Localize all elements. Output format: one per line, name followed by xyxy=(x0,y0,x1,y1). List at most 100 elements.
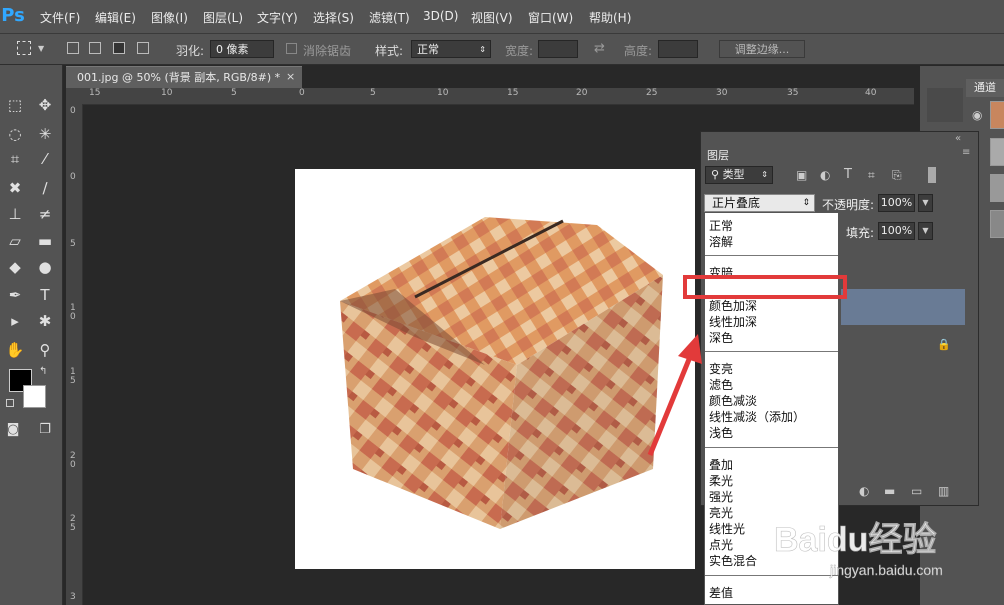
quick-mask-icon[interactable]: ◙ xyxy=(1,418,25,442)
collapse-panel-icon[interactable]: « xyxy=(955,133,961,144)
layer-row-selected[interactable] xyxy=(841,289,965,325)
pen-icon[interactable]: ✒ xyxy=(3,283,27,307)
eyedropper-icon[interactable]: ⁄ xyxy=(33,147,57,171)
marquee-preset-icon[interactable] xyxy=(17,41,31,55)
layer-kind-filter[interactable]: ⚲ 类型 ⇕ xyxy=(705,166,773,184)
rect-marquee-icon[interactable]: ⬚ xyxy=(3,93,27,117)
crop-icon[interactable]: ⌗ xyxy=(3,147,27,171)
document-tab[interactable]: 001.jpg @ 50% (背景 副本, RGB/8#) * xyxy=(66,66,302,88)
close-tab-icon[interactable]: × xyxy=(286,66,300,88)
new-group-icon[interactable]: ▬ xyxy=(884,484,895,498)
type-tool-icon[interactable]: T xyxy=(33,283,57,307)
blend-mode-select[interactable]: 正片叠底 ⇕ xyxy=(704,194,815,212)
move-tool-icon[interactable]: ✥ xyxy=(33,93,57,117)
adjustment-filter-icon[interactable]: ◐ xyxy=(820,168,830,182)
filter-toggle-icon[interactable] xyxy=(928,167,936,183)
width-input[interactable] xyxy=(538,40,578,58)
menu-window[interactable]: 窗口(W) xyxy=(528,9,573,26)
add-selection-icon[interactable] xyxy=(89,42,101,54)
custom-shape-icon[interactable]: ✱ xyxy=(33,309,57,333)
height-input[interactable] xyxy=(658,40,698,58)
menu-filter[interactable]: 滤镜(T) xyxy=(369,9,410,26)
blur-icon[interactable]: ◆ xyxy=(3,255,27,279)
blend-option-soft-light[interactable]: 柔光 xyxy=(709,472,733,489)
document-canvas[interactable] xyxy=(295,169,695,569)
menu-help[interactable]: 帮助(H) xyxy=(589,9,631,26)
lock-icon: 🔒 xyxy=(937,338,951,351)
magic-wand-icon[interactable]: ✳ xyxy=(33,122,57,146)
blend-option-lighten[interactable]: 变亮 xyxy=(709,360,733,377)
opacity-input[interactable]: 100% xyxy=(878,194,915,212)
blend-option-hard-mix[interactable]: 实色混合 xyxy=(709,552,757,569)
blend-option-vivid-light[interactable]: 亮光 xyxy=(709,504,733,521)
menu-type[interactable]: 文字(Y) xyxy=(257,9,298,26)
blend-option-pin-light[interactable]: 点光 xyxy=(709,536,733,553)
pixel-filter-icon[interactable]: ▣ xyxy=(796,168,807,182)
fill-input[interactable]: 100% xyxy=(878,222,915,240)
blend-option-dissolve[interactable]: 溶解 xyxy=(709,233,733,250)
eraser-icon[interactable]: ▱ xyxy=(3,229,27,253)
blend-option-linear-burn[interactable]: 线性加深 xyxy=(709,313,757,330)
options-bar: ▼ 羽化: 0 像素 消除锯齿 样式: 正常 ⇕ 宽度: ⇄ 高度: 调整边缘..… xyxy=(0,34,1004,65)
refine-edge-button[interactable]: 调整边缘... xyxy=(719,40,805,58)
screen-mode-icon[interactable]: ❐ xyxy=(33,418,57,442)
channel-thumbnail-green[interactable] xyxy=(990,174,1004,202)
blend-option-color-burn[interactable]: 颜色加深 xyxy=(709,297,757,314)
default-colors-icon[interactable] xyxy=(6,399,14,407)
blend-option-normal[interactable]: 正常 xyxy=(709,217,733,234)
channel-thumbnail-rgb[interactable] xyxy=(990,101,1004,129)
smart-object-filter-icon[interactable]: ⎘ xyxy=(892,168,902,183)
menu-view[interactable]: 视图(V) xyxy=(471,9,513,26)
brush-icon[interactable]: ∕ xyxy=(33,176,57,200)
blend-option-overlay[interactable]: 叠加 xyxy=(709,456,733,473)
blend-option-screen[interactable]: 滤色 xyxy=(709,376,733,393)
clone-stamp-icon[interactable]: ⊥ xyxy=(3,202,27,226)
feather-input[interactable]: 0 像素 xyxy=(210,40,274,58)
path-select-icon[interactable]: ▸ xyxy=(3,309,27,333)
adjustment-layer-icon[interactable]: ◐ xyxy=(859,484,869,498)
opacity-dropdown-icon[interactable]: ▼ xyxy=(918,194,933,212)
healing-brush-icon[interactable]: ✖ xyxy=(3,176,27,200)
swap-icon[interactable]: ⇄ xyxy=(594,41,605,56)
blend-option-hard-light[interactable]: 强光 xyxy=(709,488,733,505)
menu-select[interactable]: 选择(S) xyxy=(313,9,354,26)
blend-option-linear-light[interactable]: 线性光 xyxy=(709,520,745,537)
blend-option-difference[interactable]: 差值 xyxy=(709,584,733,601)
lasso-icon[interactable]: ◌ xyxy=(3,122,27,146)
gradient-icon[interactable]: ▬ xyxy=(33,229,57,253)
dodge-icon[interactable]: ● xyxy=(33,255,57,279)
blend-option-linear-dodge[interactable]: 线性减淡（添加） xyxy=(709,408,805,425)
eye-visibility-icon[interactable]: ◉ xyxy=(972,108,982,122)
menu-image[interactable]: 图像(I) xyxy=(151,9,188,26)
background-color-swatch[interactable] xyxy=(23,385,46,408)
swap-colors-icon[interactable]: ↰ xyxy=(39,366,47,377)
height-label: 高度: xyxy=(624,44,653,58)
delete-layer-icon[interactable]: ▥ xyxy=(938,484,949,498)
antialias-checkbox[interactable] xyxy=(286,43,297,54)
menu-layer[interactable]: 图层(L) xyxy=(203,9,243,26)
menu-edit[interactable]: 编辑(E) xyxy=(95,9,136,26)
style-select[interactable]: 正常 ⇕ xyxy=(411,40,491,58)
subtract-selection-icon[interactable] xyxy=(113,42,125,54)
zoom-icon[interactable]: ⚲ xyxy=(33,338,57,362)
history-panel-icon[interactable] xyxy=(927,88,963,122)
new-layer-icon[interactable]: ▭ xyxy=(911,484,922,498)
layers-panel-title[interactable]: 图层 xyxy=(707,147,729,163)
channel-thumbnail-blue[interactable] xyxy=(990,210,1004,238)
channel-thumbnail-red[interactable] xyxy=(990,138,1004,166)
tab-channels[interactable]: 通道 xyxy=(966,79,1004,97)
menu-3d[interactable]: 3D(D) xyxy=(423,9,458,23)
shape-filter-icon[interactable]: ⌗ xyxy=(868,168,875,183)
panel-menu-icon[interactable]: ≡ xyxy=(962,147,970,158)
intersect-selection-icon[interactable] xyxy=(137,42,149,54)
blend-option-lighter-color[interactable]: 浅色 xyxy=(709,424,733,441)
menu-file[interactable]: 文件(F) xyxy=(40,9,80,26)
blend-option-darker-color[interactable]: 深色 xyxy=(709,329,733,346)
blend-option-color-dodge[interactable]: 颜色减淡 xyxy=(709,392,757,409)
chevron-down-icon[interactable]: ▼ xyxy=(38,44,44,53)
new-selection-icon[interactable] xyxy=(67,42,79,54)
history-brush-icon[interactable]: ≠ xyxy=(33,202,57,226)
fill-dropdown-icon[interactable]: ▼ xyxy=(918,222,933,240)
type-filter-icon[interactable]: T xyxy=(844,167,852,182)
hand-icon[interactable]: ✋ xyxy=(3,338,27,362)
